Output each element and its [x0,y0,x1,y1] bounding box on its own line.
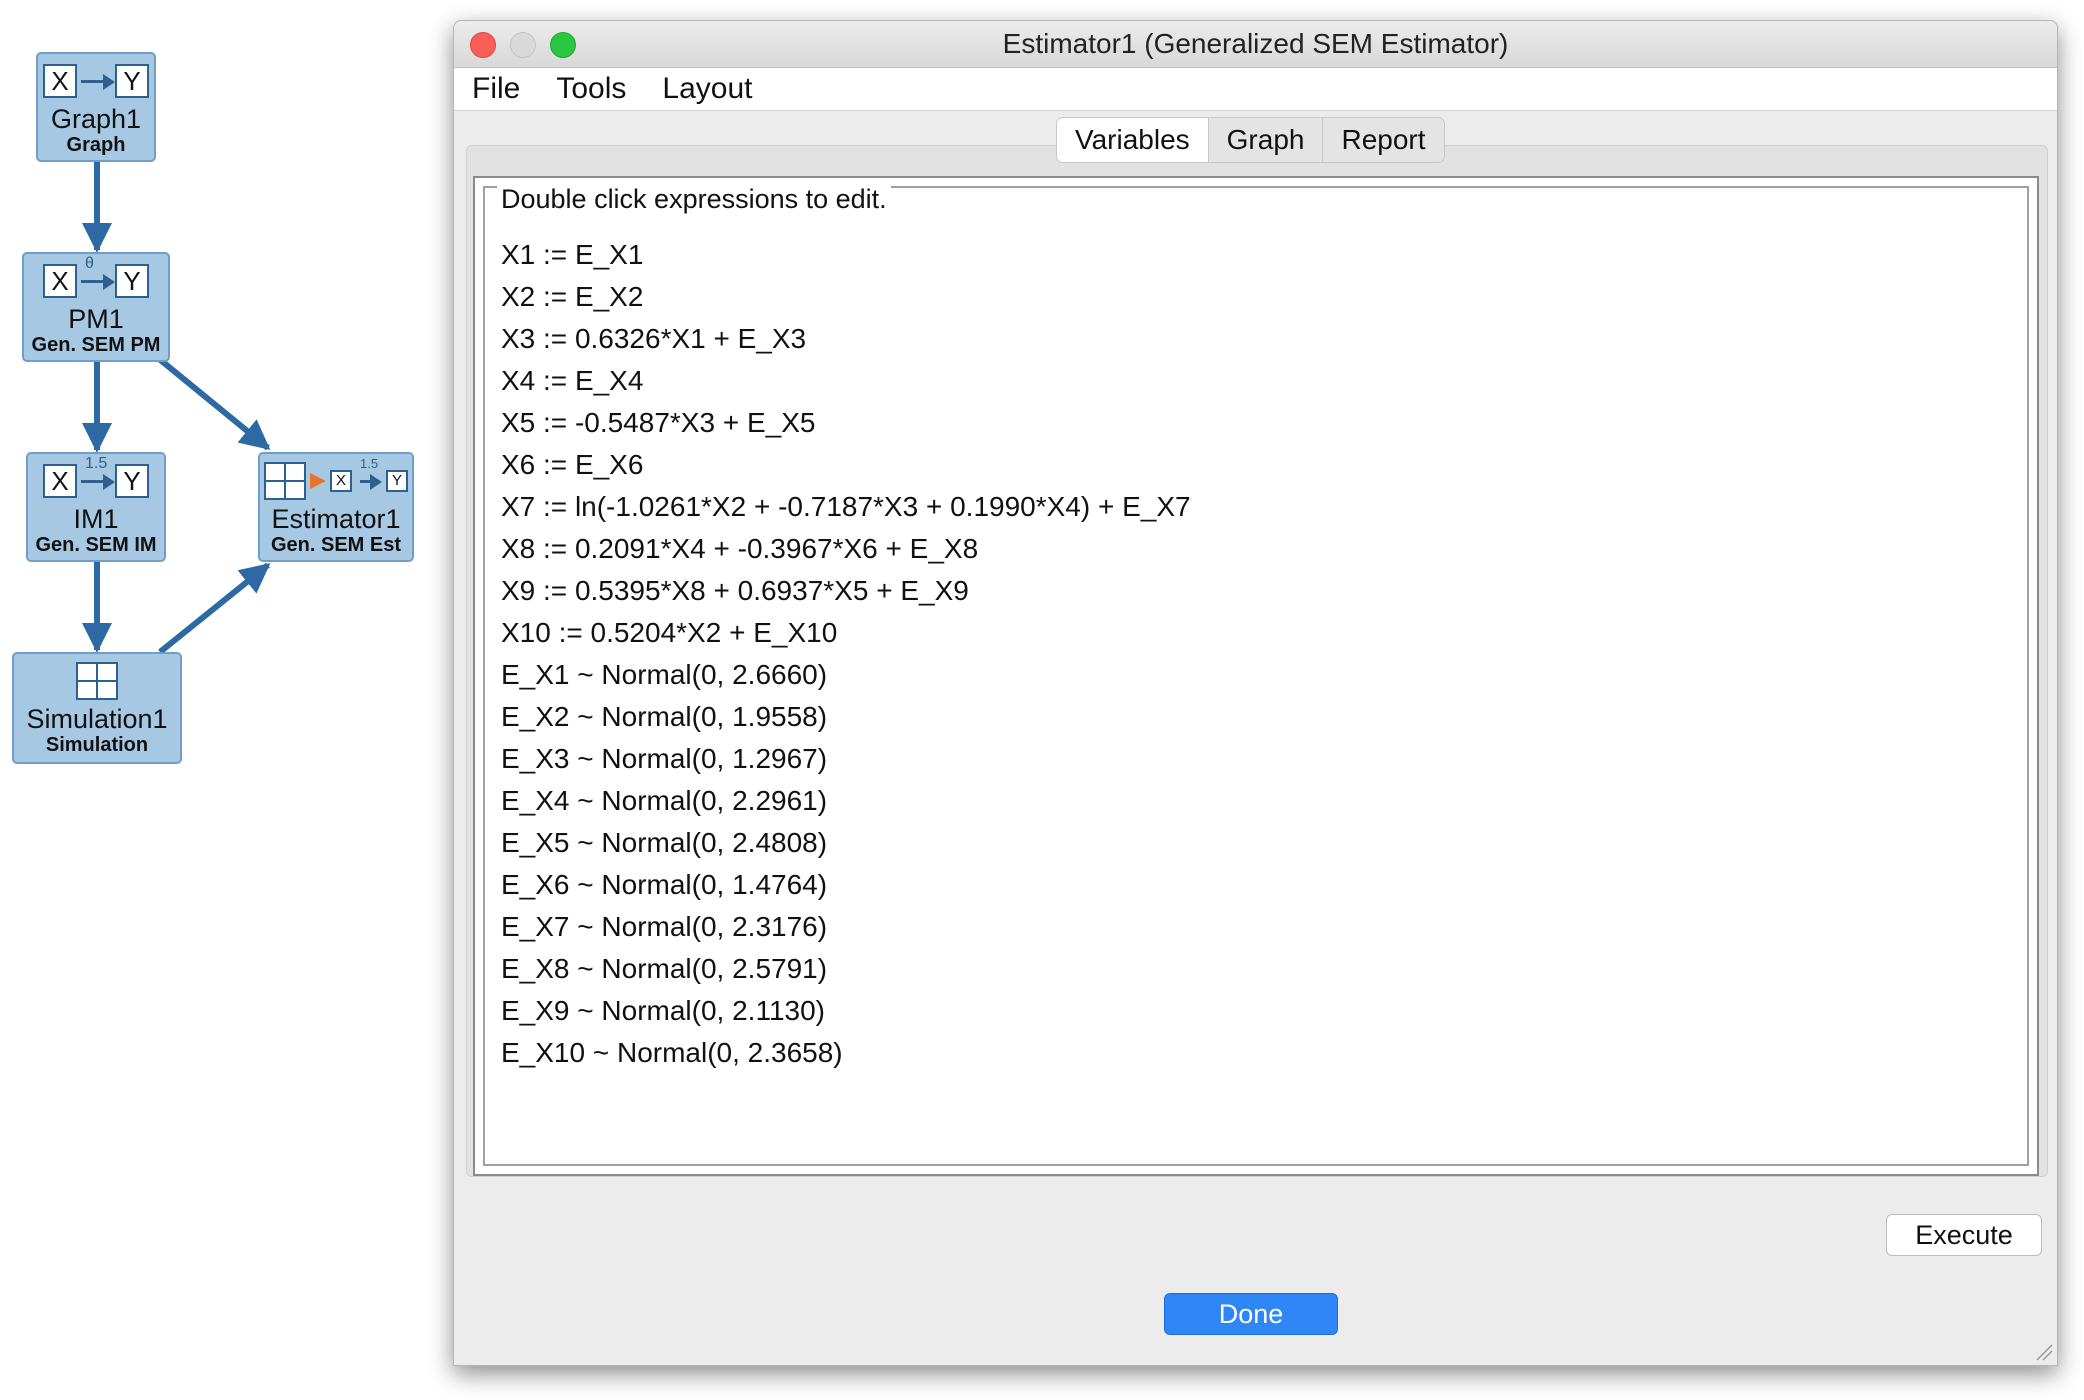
edge-simulation1-estimator1[interactable] [158,562,271,655]
expression-x7[interactable]: X7 := ln(-1.0261*X2 + -0.7187*X3 + 0.199… [501,486,1191,528]
expression-x1[interactable]: X1 := E_X1 [501,234,1191,276]
node-graph1[interactable]: X Y Graph1 Graph [36,52,156,162]
expression-x2[interactable]: X2 := E_X2 [501,276,1191,318]
node-subtitle: Gen. SEM PM [31,334,161,356]
node-title: Graph1 [50,104,142,134]
edge-arrow-icon [77,66,115,96]
y-box: Y [115,64,149,98]
node-pm1[interactable]: X θ Y PM1 Gen. SEM PM [22,252,170,362]
parameter-label: θ [85,255,94,272]
parameter-label: 1.5 [360,456,379,471]
execute-button[interactable]: Execute [1886,1214,2042,1256]
window-title: Estimator1 (Generalized SEM Estimator) [1002,28,1509,59]
menu-layout[interactable]: Layout [662,72,752,106]
expression-list: X1 := E_X1 X2 := E_X2 X3 := 0.6326*X1 + … [501,234,1191,1074]
expression-x5[interactable]: X5 := -0.5487*X3 + E_X5 [501,402,1191,444]
resize-grip-icon[interactable] [2033,1341,2053,1361]
node-im1[interactable]: X 1.5 Y IM1 Gen. SEM IM [26,452,166,562]
panel-header: Double click expressions to edit. [497,184,891,215]
expression-e-x4[interactable]: E_X4 ~ Normal(0, 2.2961) [501,780,1191,822]
tab-variables[interactable]: Variables [1057,118,1209,162]
expression-x4[interactable]: X4 := E_X4 [501,360,1191,402]
node-subtitle: Simulation [45,734,149,756]
menu-file[interactable]: File [472,72,520,106]
node-subtitle: Graph [66,134,126,156]
estimator-icon: X 1.5 Y [260,456,412,504]
expression-x8[interactable]: X8 := 0.2091*X4 + -0.3967*X6 + E_X8 [501,528,1191,570]
expression-e-x10[interactable]: E_X10 ~ Normal(0, 2.3658) [501,1032,1191,1074]
expression-e-x6[interactable]: E_X6 ~ Normal(0, 1.4764) [501,864,1191,906]
node-subtitle: Gen. SEM Est [270,534,402,556]
expression-x10[interactable]: X10 := 0.5204*X2 + E_X10 [501,612,1191,654]
tab-report[interactable]: Report [1322,118,1443,162]
y-box: Y [115,264,149,298]
expression-x6[interactable]: X6 := E_X6 [501,444,1191,486]
orange-arrow-icon [310,473,326,489]
expression-e-x3[interactable]: E_X3 ~ Normal(0, 1.2967) [501,738,1191,780]
node-estimator1[interactable]: X 1.5 Y Estimator1 Gen. SEM Est [258,452,414,562]
edge-arrow-icon: 1.5 [77,456,115,496]
expression-e-x1[interactable]: E_X1 ~ Normal(0, 2.6660) [501,654,1191,696]
data-table-icon [264,462,306,500]
x-box: X [330,470,352,492]
expression-e-x9[interactable]: E_X9 ~ Normal(0, 2.1130) [501,990,1191,1032]
expression-e-x2[interactable]: E_X2 ~ Normal(0, 1.9558) [501,696,1191,738]
estimator-window: Estimator1 (Generalized SEM Estimator) F… [453,20,2058,1366]
node-title: Simulation1 [26,704,168,734]
parameter-label: 1.5 [85,455,108,472]
data-table-icon [14,658,180,704]
x-box: X [43,64,77,98]
sem-im-icon: X 1.5 Y [28,456,164,504]
node-subtitle: Gen. SEM IM [35,534,157,556]
node-title: Estimator1 [271,504,401,534]
data-grid-icon [76,662,118,700]
expression-e-x5[interactable]: E_X5 ~ Normal(0, 2.4808) [501,822,1191,864]
x-box: X [43,264,77,298]
node-simulation1[interactable]: Simulation1 Simulation [12,652,182,764]
node-title: IM1 [73,504,119,534]
y-box: Y [386,470,408,492]
menu-tools[interactable]: Tools [556,72,626,106]
done-button[interactable]: Done [1164,1293,1338,1335]
expression-e-x7[interactable]: E_X7 ~ Normal(0, 2.3176) [501,906,1191,948]
expression-x3[interactable]: X3 := 0.6326*X1 + E_X3 [501,318,1191,360]
menu-bar: File Tools Layout [454,68,2057,111]
workflow-canvas: X Y Graph1 Graph X θ Y PM1 Gen. SEM PM X… [0,0,440,800]
edge-arrow-icon: θ [77,256,115,296]
sem-pm-icon: X θ Y [24,256,168,304]
expression-e-x8[interactable]: E_X8 ~ Normal(0, 2.5791) [501,948,1191,990]
tab-graph[interactable]: Graph [1209,118,1323,162]
title-bar[interactable]: Estimator1 (Generalized SEM Estimator) [454,21,2057,68]
expression-x9[interactable]: X9 := 0.5395*X8 + 0.6937*X5 + E_X9 [501,570,1191,612]
x-box: X [43,464,77,498]
expressions-border: Double click expressions to edit. X1 := … [483,184,2029,1166]
node-title: PM1 [68,304,124,334]
edge-arrow-icon: 1.5 [356,456,382,496]
tab-bar: Variables Graph Report [1056,117,1445,163]
y-box: Y [115,464,149,498]
expressions-panel: Double click expressions to edit. X1 := … [473,176,2039,1176]
graph-icon: X Y [38,58,154,104]
edge-pm1-estimator1[interactable] [156,355,271,451]
